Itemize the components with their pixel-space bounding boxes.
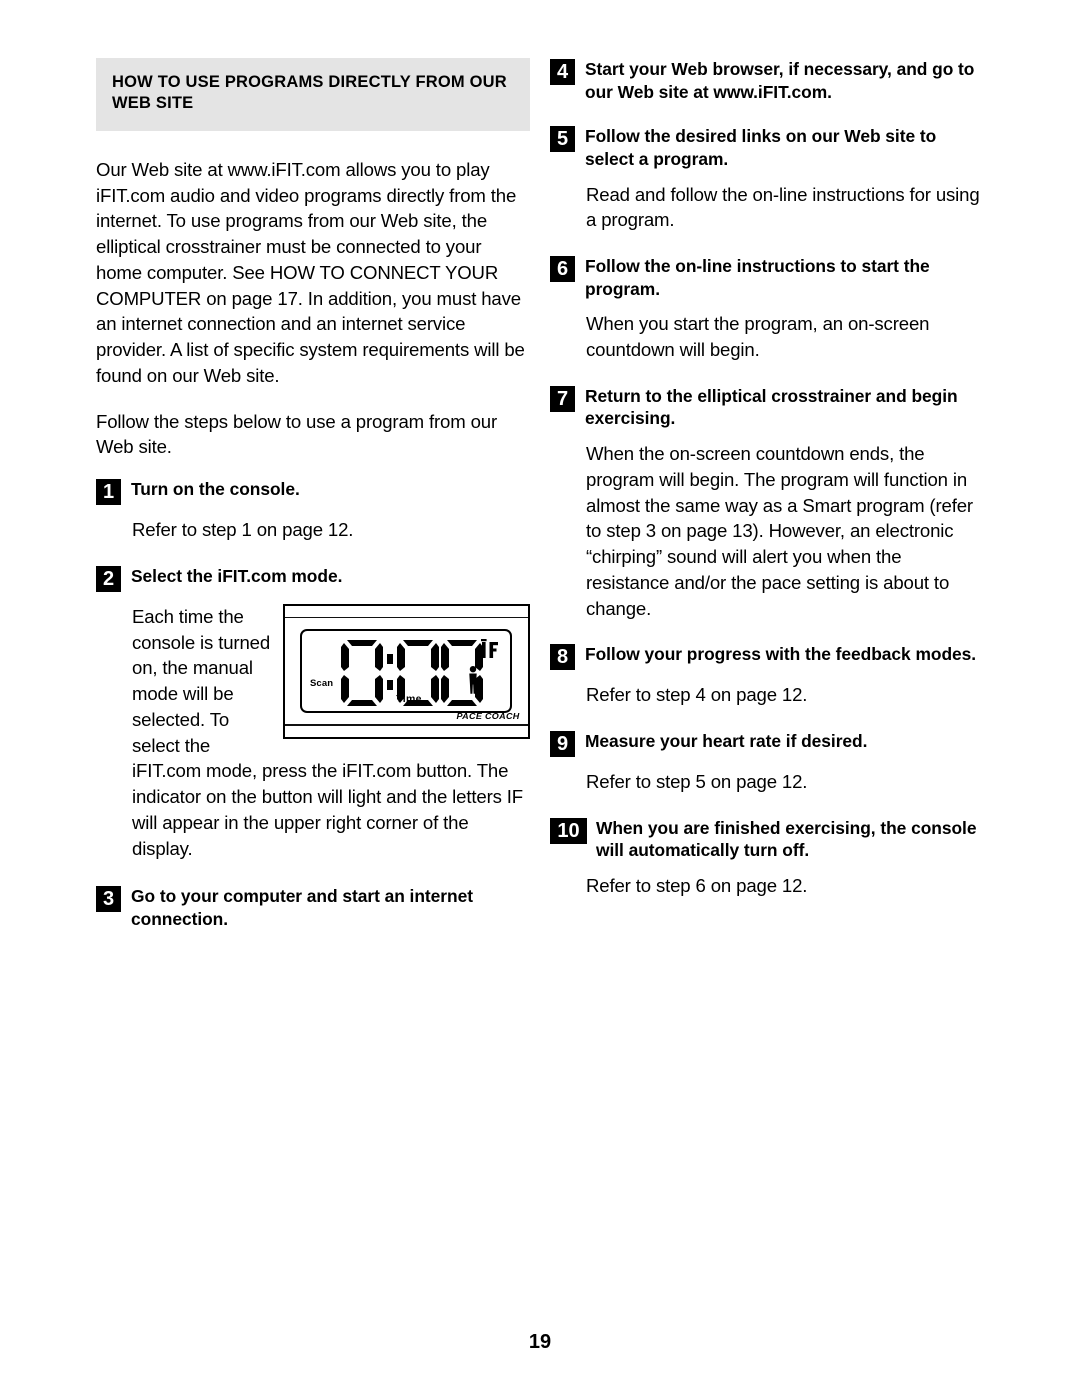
console-seam-bottom — [285, 724, 528, 726]
step-number-badge: 1 — [96, 479, 121, 506]
pace-coach-label: PACE COACH — [456, 710, 520, 721]
step-number-badge: 7 — [550, 385, 575, 412]
step-7: 7 Return to the elliptical crosstrainer … — [550, 385, 984, 430]
document-page: HOW TO USE PROGRAMS DIRECTLY FROM OUR WE… — [0, 0, 1080, 1397]
lcd-label-scan: Scan — [310, 677, 334, 689]
step-title: Follow your progress with the feedback m… — [585, 644, 977, 665]
console-figure: Scan Time PACE COACH — [283, 603, 530, 739]
console-seam-top — [285, 616, 528, 619]
step-number-badge: 5 — [550, 126, 575, 153]
step-number-badge: 6 — [550, 256, 575, 282]
step-5: 5 Follow the desired links on our Web si… — [550, 125, 984, 170]
console-body: Scan Time PACE COACH — [283, 603, 530, 739]
step-10: 10 When you are finished exercising, the… — [550, 817, 984, 862]
step-title: Follow the desired links on our Web site… — [585, 126, 937, 169]
page-title: HOW TO USE PROGRAMS DIRECTLY FROM OUR WE… — [112, 73, 507, 113]
step-number-badge: 9 — [550, 731, 575, 757]
step-9: 9 Measure your heart rate if desired. — [550, 730, 984, 758]
step-number-badge: 2 — [96, 565, 121, 592]
step-number-badge: 3 — [96, 886, 121, 913]
step-number-badge: 8 — [550, 644, 575, 671]
step-2-body-wrap: Scan Time PACE COACH Each time the conso… — [96, 603, 530, 862]
intro-paragraph-2: Follow the steps below to use a program … — [96, 410, 498, 458]
step-2: 2 Select the iFIT.com mode. — [96, 565, 530, 593]
step-number-badge: 10 — [550, 817, 587, 844]
step-4: 4 Start your Web browser, if necessary, … — [550, 58, 984, 103]
lcd-label-time: Time — [396, 693, 422, 706]
step-6-body: When you start the program, an on-screen… — [586, 313, 930, 360]
if-indicator-icon — [481, 638, 498, 658]
lcd-screen: Scan Time — [300, 628, 512, 713]
step-title: Go to your computer and start an interne… — [131, 886, 473, 929]
step-1: 1 Turn on the console. — [96, 478, 530, 506]
step-title: When you are finished exercising, the co… — [596, 817, 977, 861]
intro-paragraph-1: Our Web site at www.iFIT.com allows you … — [96, 158, 525, 386]
step-8-body: Refer to step 4 on page 12. — [586, 684, 808, 706]
step-7-body: When the on-screen countdown ends, the p… — [586, 443, 973, 619]
step-title: Turn on the console. — [131, 479, 300, 500]
step-number-badge: 4 — [550, 59, 575, 85]
step-8: 8 Follow your progress with the feedback… — [550, 643, 984, 671]
section-header: HOW TO USE PROGRAMS DIRECTLY FROM OUR WE… — [96, 58, 530, 131]
right-column: 4 Start your Web browser, if necessary, … — [550, 58, 984, 899]
step-3: 3 Go to your computer and start an inter… — [96, 885, 530, 930]
step-1-body: Refer to step 1 on page 12. — [132, 519, 354, 541]
step-title: Measure your heart rate if desired. — [585, 731, 868, 751]
left-column: HOW TO USE PROGRAMS DIRECTLY FROM OUR WE… — [96, 58, 530, 937]
step-10-body: Refer to step 6 on page 12. — [586, 875, 808, 896]
step-9-body: Refer to step 5 on page 12. — [586, 771, 808, 792]
step-title: Start your Web browser, if necessary, an… — [585, 59, 975, 102]
step-6: 6 Follow the on-line instructions to sta… — [550, 255, 984, 300]
step-title: Select the iFIT.com mode. — [131, 565, 343, 586]
step-title: Follow the on-line instructions to start… — [585, 256, 930, 299]
walking-person-icon — [469, 665, 477, 694]
page-number: 19 — [528, 1331, 552, 1353]
step-title: Return to the elliptical crosstrainer an… — [585, 385, 958, 429]
step-5-body: Read and follow the on-line instructions… — [586, 183, 980, 231]
